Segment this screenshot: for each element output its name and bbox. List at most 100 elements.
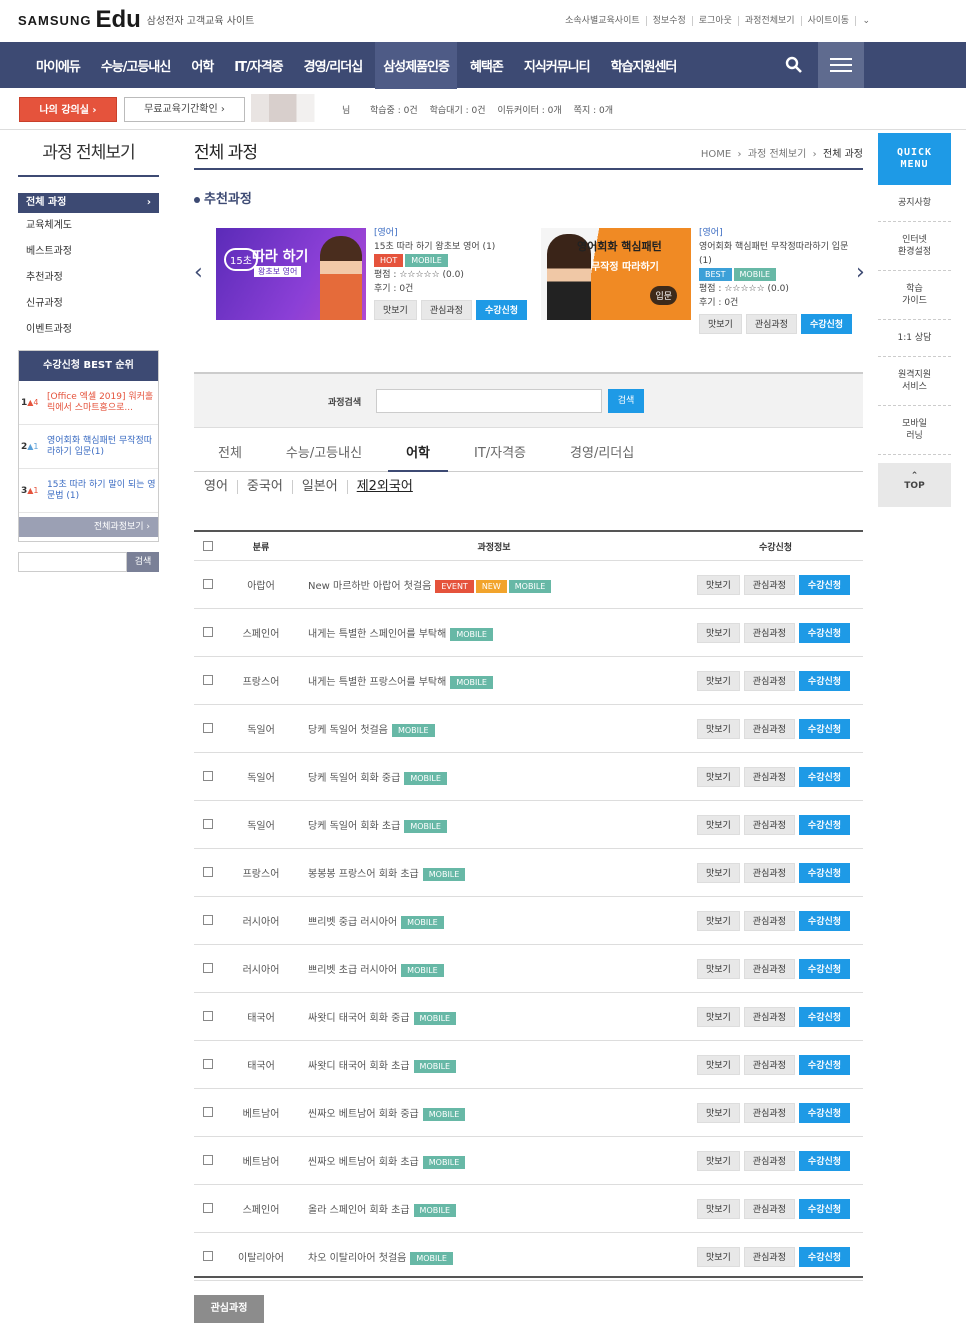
gnb-item[interactable]: 어학: [191, 56, 214, 75]
preview-button[interactable]: 맛보기: [696, 766, 740, 787]
enroll-button[interactable]: 수강신청: [798, 574, 851, 595]
row-checkbox[interactable]: [203, 867, 213, 877]
stat-messages[interactable]: 쪽지 : 0개: [574, 103, 613, 116]
breadcrumb-home[interactable]: HOME: [701, 149, 731, 160]
preview-button[interactable]: 맛보기: [696, 670, 740, 691]
gnb-item[interactable]: 마이에듀: [36, 56, 81, 75]
row-course-name[interactable]: 싸왓디 태국어 회화 초급: [308, 1061, 410, 1072]
row-course-name[interactable]: 쁘리벳 중급 러시아어: [308, 917, 397, 928]
chevron-down-icon[interactable]: ⌄: [862, 16, 870, 26]
preview-button[interactable]: 맛보기: [696, 1150, 740, 1171]
row-course-name[interactable]: 씬짜오 베트남어 회화 초급: [308, 1157, 419, 1168]
hamburger-menu-icon[interactable]: [818, 42, 864, 88]
gnb-item[interactable]: 수능/고등내신: [101, 56, 172, 75]
preview-button[interactable]: 맛보기: [696, 958, 740, 979]
course-thumbnail[interactable]: 15초 따라 하기 왕초보 영어: [216, 228, 366, 320]
lnb-item-event[interactable]: 이벤트과정: [18, 317, 159, 343]
row-checkbox[interactable]: [203, 819, 213, 829]
favorite-button[interactable]: 관심과정: [743, 622, 795, 643]
chevron-left-icon[interactable]: ‹: [194, 260, 203, 285]
enroll-button[interactable]: 수강신청: [798, 1006, 851, 1027]
best-course-title[interactable]: 15초 따라 하기 말이 되는 영문법 (1): [47, 480, 158, 502]
preview-button[interactable]: 맛보기: [696, 1102, 740, 1123]
preview-button[interactable]: 맛보기: [696, 910, 740, 931]
preview-button[interactable]: 맛보기: [696, 1198, 740, 1219]
preview-button[interactable]: 맛보기: [696, 862, 740, 883]
row-checkbox[interactable]: [203, 915, 213, 925]
enroll-button[interactable]: 수강신청: [798, 910, 851, 931]
enroll-button[interactable]: 수강신청: [475, 300, 528, 320]
row-checkbox[interactable]: [203, 771, 213, 781]
preview-button[interactable]: 맛보기: [696, 718, 740, 739]
add-favorites-button[interactable]: 관심과정: [194, 1295, 264, 1323]
preview-button[interactable]: 맛보기: [696, 574, 740, 595]
subtab-japanese[interactable]: 일본어: [293, 480, 348, 494]
my-classroom-button[interactable]: 나의 강의실 ›: [19, 97, 117, 122]
util-link-profile[interactable]: 정보수정: [647, 16, 693, 26]
enroll-button[interactable]: 수강신청: [798, 1150, 851, 1171]
course-name[interactable]: 영어회화 핵심패턴 무작정따라하기 입문(1): [699, 240, 859, 268]
lnb-item-new[interactable]: 신규과정: [18, 291, 159, 317]
row-checkbox[interactable]: [203, 675, 213, 685]
row-checkbox[interactable]: [203, 963, 213, 973]
free-period-button[interactable]: 무료교육기간확인 ›: [124, 97, 245, 122]
course-search-input[interactable]: [376, 389, 602, 413]
row-checkbox[interactable]: [203, 723, 213, 733]
quick-study-guide[interactable]: 학습 가이드: [878, 271, 951, 320]
tab-all[interactable]: 전체: [218, 430, 242, 472]
preview-button[interactable]: 맛보기: [696, 1246, 740, 1267]
row-course-name[interactable]: 내게는 특별한 스페인어를 부탁해: [308, 629, 446, 640]
stat-educator[interactable]: 이듀커이터 : 0개: [498, 103, 562, 116]
scroll-top-button[interactable]: ⌃ TOP: [878, 463, 951, 507]
util-link-affiliate[interactable]: 소속사별교육사이트: [559, 16, 647, 26]
row-course-name[interactable]: 올라 스페인어 회화 초급: [308, 1205, 410, 1216]
favorite-button[interactable]: 관심과정: [743, 574, 795, 595]
gnb-item[interactable]: 삼성제품인증: [375, 41, 457, 89]
row-checkbox[interactable]: [203, 579, 213, 589]
favorite-button[interactable]: 관심과정: [420, 300, 472, 320]
enroll-button[interactable]: 수강신청: [798, 1054, 851, 1075]
row-course-name[interactable]: 차오 이탈리아어 첫걸음: [308, 1253, 406, 1264]
row-course-name[interactable]: 쁘리벳 초급 러시아어: [308, 965, 397, 976]
row-checkbox[interactable]: [203, 1107, 213, 1117]
row-course-name[interactable]: 내게는 특별한 프랑스어를 부탁해: [308, 677, 446, 688]
search-icon[interactable]: [785, 56, 803, 74]
best-course-title[interactable]: 영어회화 핵심패턴 무작정따라하기 입문(1): [47, 436, 158, 458]
enroll-button[interactable]: 수강신청: [798, 1246, 851, 1267]
preview-button[interactable]: 맛보기: [374, 300, 417, 320]
row-checkbox[interactable]: [203, 1011, 213, 1021]
row-course-name[interactable]: 당케 독일어 회화 초급: [308, 821, 400, 832]
lnb-item-best[interactable]: 베스트과정: [18, 239, 159, 265]
quick-mobile-learning[interactable]: 모바일 러닝: [878, 406, 951, 455]
favorite-button[interactable]: 관심과정: [743, 766, 795, 787]
row-checkbox[interactable]: [203, 1203, 213, 1213]
enroll-button[interactable]: 수강신청: [798, 718, 851, 739]
row-course-name[interactable]: 당케 독일어 첫걸음: [308, 725, 388, 736]
favorite-button[interactable]: 관심과정: [743, 718, 795, 739]
enroll-button[interactable]: 수강신청: [798, 670, 851, 691]
course-thumbnail[interactable]: 영어회화 핵심패턴 무작정 따라하기 입문: [541, 228, 691, 320]
enroll-button[interactable]: 수강신청: [798, 766, 851, 787]
course-name[interactable]: 15초 따라 하기 왕초보 영어 (1): [374, 240, 534, 254]
lnb-item-system[interactable]: 교육체계도: [18, 213, 159, 239]
lnb-item-recommended[interactable]: 추천과정: [18, 265, 159, 291]
enroll-button[interactable]: 수강신청: [798, 862, 851, 883]
util-link-logout[interactable]: 로그아웃: [693, 16, 739, 26]
row-course-name[interactable]: 봉봉봉 프랑스어 회화 초급: [308, 869, 419, 880]
quick-remote-support[interactable]: 원격지원 서비스: [878, 357, 951, 406]
tab-highschool[interactable]: 수능/고등내신: [286, 430, 362, 472]
gnb-item[interactable]: 지식커뮤니티: [524, 56, 591, 75]
util-link-all-courses[interactable]: 과정전체보기: [739, 16, 802, 26]
preview-button[interactable]: 맛보기: [696, 622, 740, 643]
left-search-button[interactable]: 검색: [127, 552, 159, 572]
row-checkbox[interactable]: [203, 1155, 213, 1165]
favorite-button[interactable]: 관심과정: [743, 814, 795, 835]
enroll-button[interactable]: 수강신청: [798, 814, 851, 835]
best-row[interactable]: 3▲1 15초 따라 하기 말이 되는 영문법 (1): [19, 469, 158, 513]
favorite-button[interactable]: 관심과정: [743, 910, 795, 931]
row-course-name[interactable]: 당케 독일어 회화 중급: [308, 773, 400, 784]
stat-learning[interactable]: 학습중 : 0건: [370, 103, 418, 116]
tab-management[interactable]: 경영/리더십: [570, 430, 634, 472]
row-course-name[interactable]: New 마르하반 아랍어 첫걸음: [308, 581, 431, 592]
enroll-button[interactable]: 수강신청: [798, 958, 851, 979]
